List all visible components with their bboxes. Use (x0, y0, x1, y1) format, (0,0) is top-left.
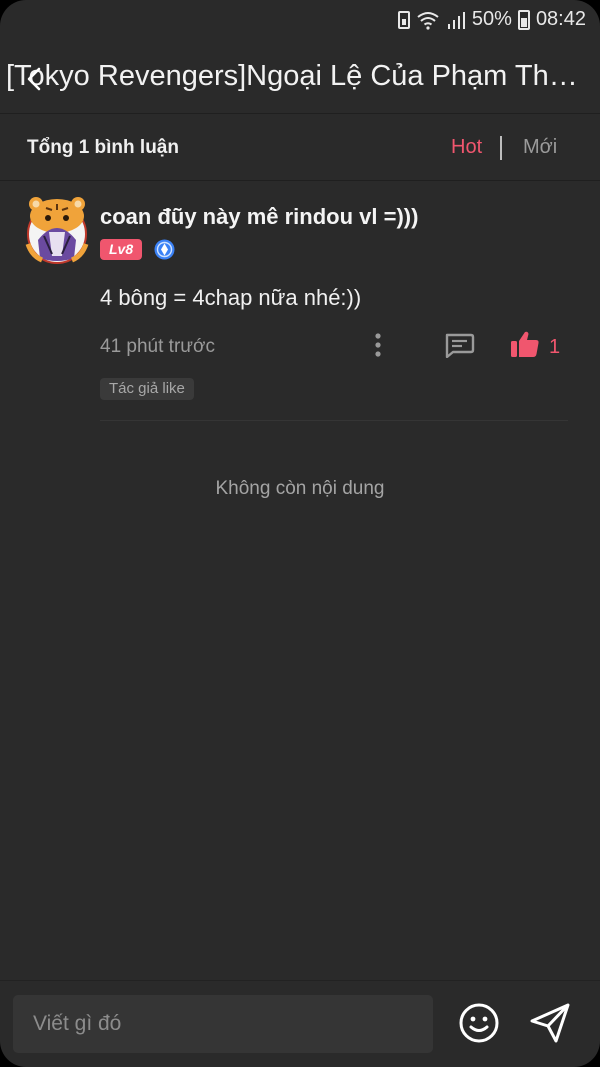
avatar[interactable] (24, 196, 90, 266)
battery-icon (517, 9, 530, 30)
like-count: 1 (549, 336, 561, 358)
comment-divider (100, 420, 568, 421)
level-badge: Lv8 (100, 239, 143, 260)
total-comments-label: Tổng 1 bình luận (27, 137, 179, 158)
comment-text: 4 bông = 4chap nữa nhé:)) (100, 285, 362, 310)
emoji-icon[interactable] (458, 1002, 500, 1044)
reply-icon[interactable] (443, 332, 475, 358)
verified-badge-icon (154, 239, 175, 260)
more-options-icon[interactable] (366, 332, 390, 358)
sort-separator (500, 136, 502, 160)
signal-icon (447, 11, 465, 29)
comment-composer (0, 980, 600, 1067)
chevron-left-icon[interactable] (22, 66, 48, 92)
page-title: [Tokyo Revengers]Ngoại Lệ Của Phạm Thiên (6, 60, 582, 92)
comment-timestamp: 41 phút trước (100, 336, 215, 357)
thumbs-up-icon[interactable] (510, 330, 540, 358)
sort-new-tab[interactable]: Mới (523, 136, 557, 159)
recycle-battery-icon (397, 10, 410, 29)
sort-hot-tab[interactable]: Hot (451, 136, 482, 159)
clock: 08:42 (535, 8, 586, 30)
no-more-content-message: Không còn nội dung (215, 478, 385, 499)
wifi-icon (417, 11, 439, 30)
status-bar: 50% 08:42 (0, 0, 600, 40)
comment-summary-bar: Tổng 1 bình luận Hot Mới (0, 114, 600, 180)
comment-item: coan đũy này mê rindou vl =))) Lv8 4 bôn… (0, 196, 600, 422)
app-header: [Tokyo Revengers]Ngoại Lệ Của Phạm Thiên (0, 48, 600, 112)
author-liked-badge: Tác giả like (100, 378, 194, 400)
battery-percent: 50% (471, 8, 512, 30)
send-icon[interactable] (528, 1002, 572, 1044)
comment-input[interactable] (13, 995, 433, 1053)
comments-screen: 50% 08:42 [Tokyo Revengers]Ngoại Lệ Của … (0, 0, 600, 1067)
comment-username[interactable]: coan đũy này mê rindou vl =))) (100, 204, 418, 230)
summary-divider (0, 180, 600, 181)
